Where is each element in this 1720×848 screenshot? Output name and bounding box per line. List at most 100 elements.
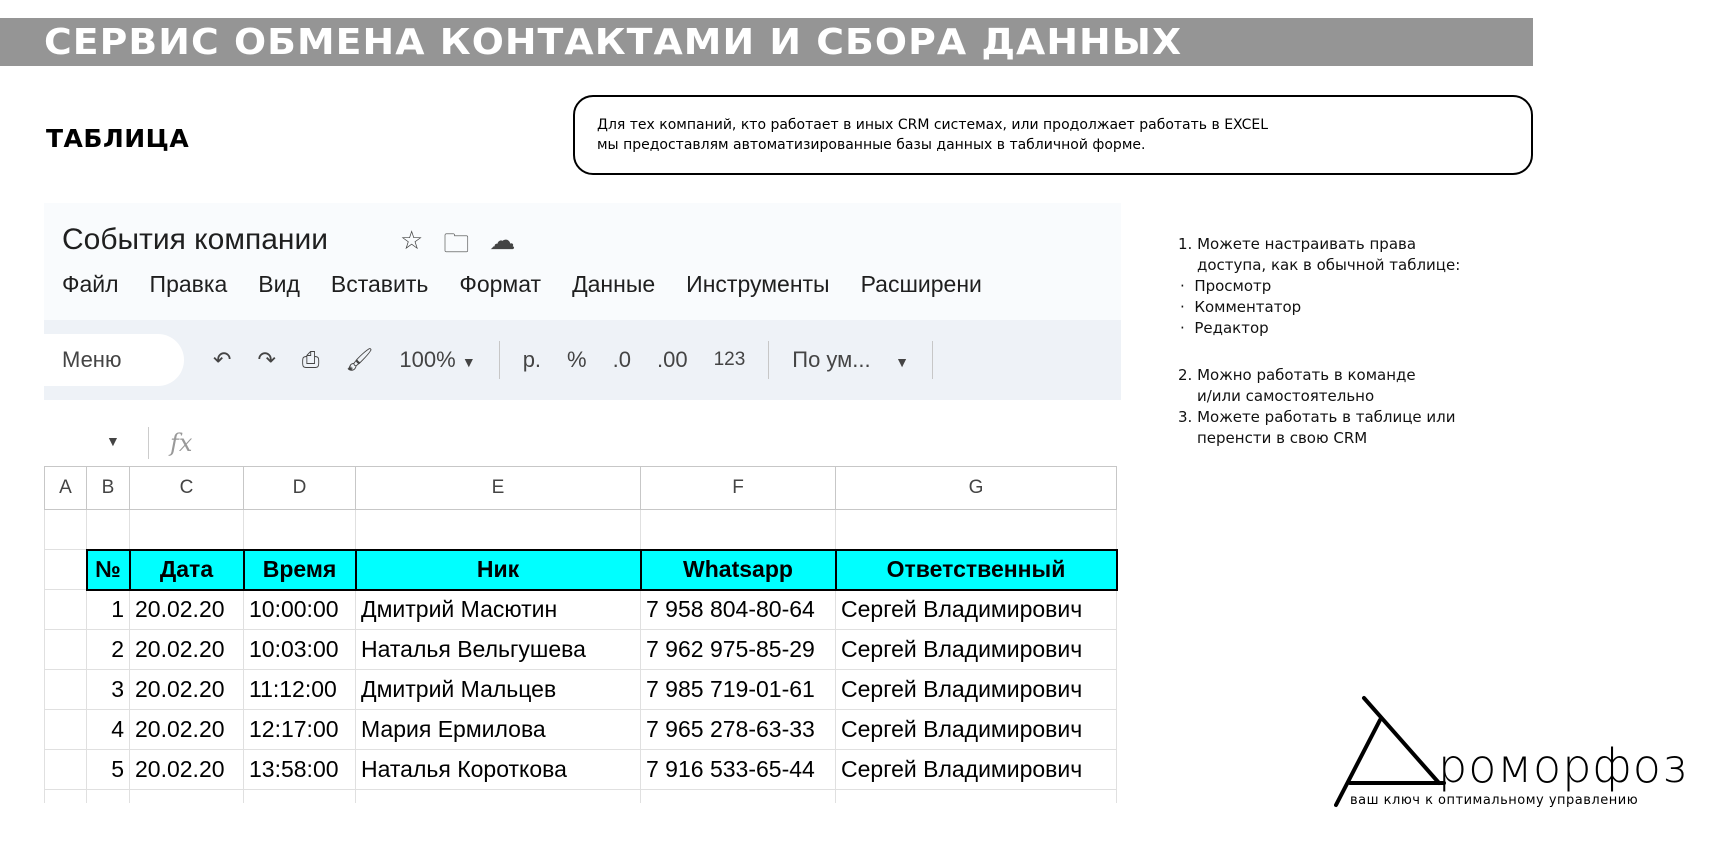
currency-format-button[interactable]: р. [523, 347, 541, 373]
header-time[interactable]: Время [242, 548, 357, 591]
cell-whatsapp[interactable]: 7 962 975-85-29 [640, 629, 836, 670]
cell-whatsapp[interactable]: 7 985 719-01-61 [640, 669, 836, 710]
cell-responsible[interactable]: Сергей Владимирович [835, 709, 1117, 750]
cell-date[interactable]: 20.02.20 [129, 709, 244, 750]
font-select[interactable]: По ум... ▼ [792, 347, 909, 373]
zoom-select[interactable]: 100% ▼ [399, 347, 475, 373]
cell[interactable] [243, 789, 356, 803]
cell[interactable] [44, 589, 87, 630]
redo-icon[interactable]: ↷ [257, 347, 275, 373]
header-whatsapp[interactable]: Whatsapp [639, 548, 837, 591]
cell-time[interactable]: 12:17:00 [243, 709, 356, 750]
cell-whatsapp[interactable]: 7 916 533-65-44 [640, 749, 836, 790]
menu-edit[interactable]: Правка [150, 271, 228, 298]
feature-3: 3. Можете работать в таблице или [1178, 408, 1456, 426]
table-row: 3 20.02.20 11:12:00 Дмитрий Мальцев 7 985 71… [44, 669, 1117, 710]
cell[interactable] [44, 509, 87, 550]
increase-decimal-button[interactable]: .00 [657, 347, 688, 373]
column-headers: A B C D E F G [44, 466, 1117, 510]
cell-time[interactable]: 10:00:00 [243, 589, 356, 630]
table-header-row: № Дата Время Ник Whatsapp Ответственный [44, 548, 1118, 591]
menu-view[interactable]: Вид [258, 271, 300, 298]
cell[interactable] [44, 629, 87, 670]
header-number[interactable]: № [85, 548, 131, 591]
cell-date[interactable]: 20.02.20 [129, 589, 244, 630]
number-format-button[interactable]: 123 [714, 349, 746, 371]
cell[interactable] [129, 789, 244, 803]
cell[interactable] [44, 789, 87, 803]
menu-insert[interactable]: Вставить [331, 271, 429, 298]
cell[interactable] [44, 709, 87, 750]
cell[interactable] [86, 789, 130, 803]
bullet-item: · Комментатор [1180, 298, 1302, 316]
print-icon[interactable]: ⎙ [302, 347, 320, 373]
cell-date[interactable]: 20.02.20 [129, 749, 244, 790]
cloud-saved-icon[interactable]: ☁ [489, 225, 515, 269]
move-folder-icon[interactable]: 🗀 [443, 225, 469, 269]
formula-divider [148, 427, 149, 459]
menu-format[interactable]: Формат [459, 271, 541, 298]
cell-nick[interactable]: Наталья Короткова [355, 749, 641, 790]
cell[interactable] [835, 509, 1117, 550]
header-nick[interactable]: Ник [354, 548, 642, 591]
cell-nick[interactable]: Наталья Вельгушева [355, 629, 641, 670]
cell[interactable] [44, 749, 87, 790]
cell-date[interactable]: 20.02.20 [129, 669, 244, 710]
cell-responsible[interactable]: Сергей Владимирович [835, 749, 1117, 790]
cell-time[interactable]: 11:12:00 [243, 669, 356, 710]
cell-row-number[interactable]: 3 [86, 669, 130, 710]
cell[interactable] [86, 509, 130, 550]
cell[interactable] [243, 509, 356, 550]
cell-nick[interactable]: Мария Ермилова [355, 709, 641, 750]
cell-time[interactable]: 10:03:00 [243, 629, 356, 670]
cell[interactable] [640, 789, 836, 803]
percent-format-button[interactable]: % [567, 347, 587, 373]
cell-row-number[interactable]: 4 [86, 709, 130, 750]
column-header-d[interactable]: D [243, 466, 356, 510]
star-icon[interactable]: ☆ [400, 225, 423, 269]
cell-time[interactable]: 13:58:00 [243, 749, 356, 790]
cell-date[interactable]: 20.02.20 [129, 629, 244, 670]
column-header-g[interactable]: G [835, 466, 1117, 510]
name-box-dropdown-icon[interactable]: ▼ [106, 433, 120, 449]
cell-responsible[interactable]: Сергей Владимирович [835, 629, 1117, 670]
column-header-a[interactable]: A [44, 466, 87, 510]
cell[interactable] [129, 509, 244, 550]
cell-responsible[interactable]: Сергей Владимирович [835, 669, 1117, 710]
document-title[interactable]: События компании [62, 223, 328, 257]
cell-nick[interactable]: Дмитрий Мальцев [355, 669, 641, 710]
header-date[interactable]: Дата [128, 548, 245, 591]
bullet-item: · Редактор [1180, 319, 1269, 337]
cell[interactable] [835, 789, 1117, 803]
paint-format-icon[interactable]: 🖌 [345, 347, 373, 373]
decrease-decimal-button[interactable]: .0 [613, 347, 631, 373]
menu-file[interactable]: Файл [62, 271, 119, 298]
undo-icon[interactable]: ↶ [213, 347, 231, 373]
cell-whatsapp[interactable]: 7 965 278-63-33 [640, 709, 836, 750]
cell-nick[interactable]: Дмитрий Масютин [355, 589, 641, 630]
menu-search-button[interactable]: Меню [44, 334, 184, 386]
column-header-e[interactable]: E [355, 466, 641, 510]
cell-whatsapp[interactable]: 7 958 804-80-64 [640, 589, 836, 630]
cell-row-number[interactable]: 1 [86, 589, 130, 630]
cell-row-number[interactable]: 2 [86, 629, 130, 670]
menu-tools[interactable]: Инструменты [686, 271, 829, 298]
cell[interactable] [355, 509, 641, 550]
spreadsheet-screenshot: События компании ☆ 🗀 ☁ Файл Правка Вид В… [44, 203, 1121, 803]
feature-3-cont: перенсти в свою CRM [1197, 429, 1368, 447]
menu-data[interactable]: Данные [572, 271, 655, 298]
cell[interactable] [44, 549, 88, 590]
column-header-b[interactable]: B [86, 466, 130, 510]
header-responsible[interactable]: Ответственный [834, 548, 1118, 591]
fx-icon: fx [170, 429, 193, 457]
cell-responsible[interactable]: Сергей Владимирович [835, 589, 1117, 630]
column-header-c[interactable]: C [129, 466, 244, 510]
cell[interactable] [44, 669, 87, 710]
column-header-f[interactable]: F [640, 466, 836, 510]
empty-row [44, 509, 1117, 550]
cell[interactable] [355, 789, 641, 803]
sheet-header [44, 203, 1121, 320]
cell[interactable] [640, 509, 836, 550]
menu-extensions[interactable]: Расширени [861, 271, 982, 298]
cell-row-number[interactable]: 5 [86, 749, 130, 790]
